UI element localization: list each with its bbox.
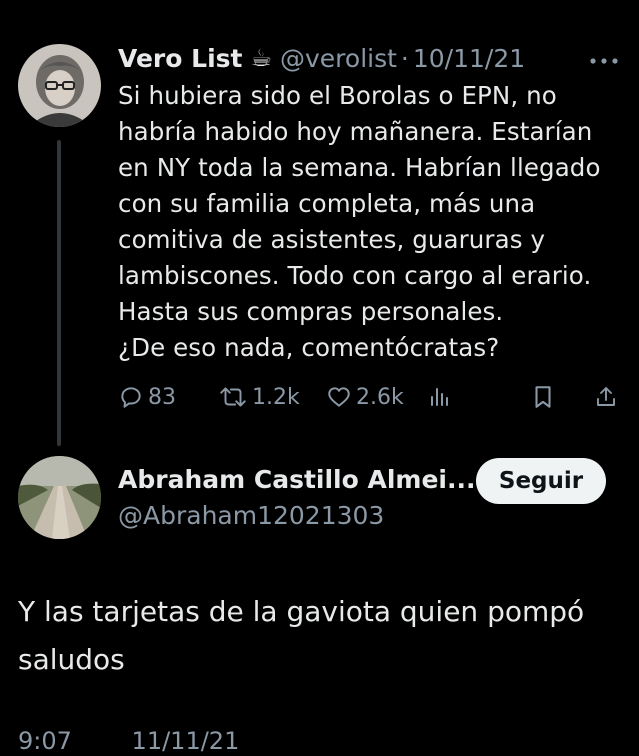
share-button[interactable] bbox=[594, 380, 618, 414]
share-icon bbox=[597, 387, 615, 406]
reply-timestamp: 9:07 11/11/21 bbox=[18, 726, 291, 756]
tweet-line: con su familia completa, más una bbox=[118, 189, 536, 218]
tweet-date[interactable]: 10/11/21 bbox=[413, 44, 525, 73]
views-bars-icon bbox=[431, 388, 448, 406]
retweet-count: 1.2k bbox=[252, 384, 300, 410]
like-count: 2.6k bbox=[356, 384, 404, 410]
like-button[interactable]: 2.6k bbox=[326, 380, 404, 414]
retweet-icon bbox=[220, 387, 246, 407]
reply-body: Y las tarjetas de la gaviota quien pompó… bbox=[18, 588, 618, 684]
reply-time: 9:07 bbox=[18, 727, 72, 755]
tweet-body: Si hubiera sido el Borolas o EPN, no hab… bbox=[118, 78, 628, 366]
reply-date: 11/11/21 bbox=[131, 727, 240, 755]
bookmark-icon bbox=[535, 386, 551, 408]
follow-button[interactable]: Seguir bbox=[476, 458, 606, 504]
author-handle[interactable]: @verolist bbox=[280, 44, 397, 73]
reply-line: Y las tarjetas de la gaviota quien pompó bbox=[18, 595, 585, 628]
reply-author-handle[interactable]: @Abraham12021303 bbox=[118, 498, 468, 534]
tweet-line: Si hubiera sido el Borolas o EPN, no bbox=[118, 81, 557, 110]
tweet-line: habría habido hoy mañanera. Estarían bbox=[118, 117, 593, 146]
reply-bubble-icon bbox=[121, 387, 141, 408]
more-dots-icon[interactable] bbox=[587, 52, 621, 64]
avatar-image bbox=[18, 456, 101, 539]
avatar-vero-list[interactable] bbox=[18, 44, 101, 127]
author-name[interactable]: Vero List bbox=[118, 44, 242, 73]
tweet-line: comitiva de asistentes, guaruras y bbox=[118, 225, 546, 254]
tweet-line: lambiscones. Todo con cargo al erario. bbox=[118, 261, 592, 290]
bookmark-button[interactable] bbox=[532, 380, 554, 414]
tweet-header: Vero List ☕ @verolist · 10/11/21 bbox=[118, 40, 525, 76]
tweet-line: Hasta sus compras personales. bbox=[118, 297, 504, 326]
avatar-image bbox=[18, 44, 101, 127]
separator-dot: · bbox=[400, 43, 409, 73]
reply-author-name[interactable]: Abraham Castillo Almei... bbox=[118, 462, 475, 498]
retweet-button[interactable]: 1.2k bbox=[218, 380, 300, 414]
reply-count: 83 bbox=[148, 384, 176, 410]
coffee-emoji: ☕ bbox=[250, 44, 272, 72]
reply-header: Abraham Castillo Almei... @Abraham120213… bbox=[118, 462, 475, 534]
tweet-line: ¿De eso nada, comentócratas? bbox=[118, 333, 500, 362]
reply-line: saludos bbox=[18, 643, 125, 676]
views-button[interactable] bbox=[428, 380, 452, 414]
heart-icon bbox=[328, 387, 350, 407]
tweet-actions-bar: 83 1.2k 2.6k bbox=[0, 380, 639, 414]
reply-button[interactable]: 83 bbox=[118, 380, 176, 414]
tweet-line: en NY toda la semana. Habrían llegado bbox=[118, 153, 601, 182]
avatar-abraham[interactable] bbox=[18, 456, 101, 539]
